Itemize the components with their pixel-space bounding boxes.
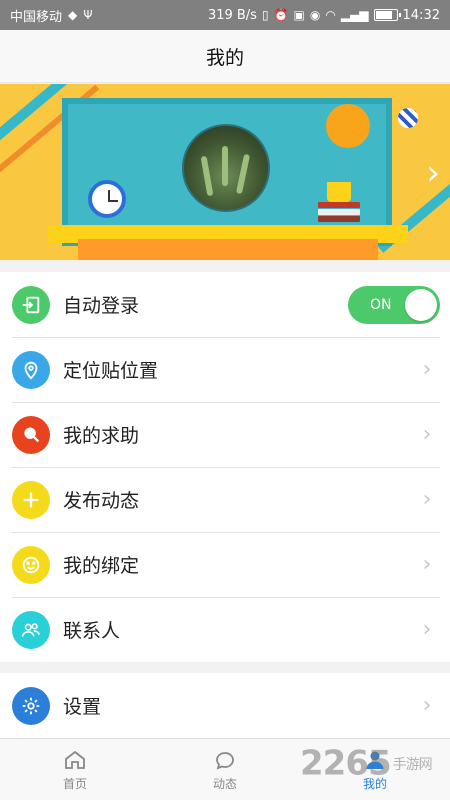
usb-icon: Ψ	[83, 8, 93, 22]
pencil-cup-illustration	[327, 182, 351, 202]
chevron-right-icon[interactable]: ›	[426, 156, 440, 190]
menu-item-label: 设置	[63, 696, 102, 718]
chevron-right-icon: ›	[422, 422, 432, 447]
chevron-right-icon: ›	[422, 693, 432, 718]
menu-item-contacts[interactable]: 联系人 ›	[0, 597, 450, 662]
menu-item-post-update[interactable]: 发布动态 ›	[0, 467, 450, 532]
carrier-label: 中国移动	[10, 9, 63, 25]
menu-item-label: 我的绑定	[63, 555, 140, 577]
watermark-brand: 2265	[300, 743, 392, 784]
watermark-logo: 2265 手游网	[300, 742, 433, 784]
banner-ball	[398, 108, 418, 128]
wifi-icon: ◠	[325, 8, 336, 22]
books-illustration	[318, 202, 360, 226]
toggle-text: ON	[370, 296, 392, 313]
menu-item-label: 自动登录	[63, 295, 140, 317]
search-help-icon	[12, 415, 50, 454]
network-speed: 319 B/s	[207, 7, 257, 23]
chevron-right-icon: ›	[422, 552, 432, 577]
menu-item-location[interactable]: 定位贴位置 ›	[0, 337, 450, 402]
tab-label: 动态	[212, 776, 237, 791]
menu-item-label: 我的求助	[63, 425, 140, 447]
menu-item-my-help[interactable]: 我的求助 ›	[0, 402, 450, 467]
menu-list: 自动登录 ON 定位贴位置 › 我的求助 › 发布动态 › 我的绑定 › 联系人…	[0, 272, 450, 662]
tab-home[interactable]: 首页	[0, 739, 150, 800]
menu-item-auto-login: 自动登录 ON	[0, 272, 450, 337]
page-header: 我的	[0, 30, 450, 83]
notification-icon: ◆	[68, 8, 78, 22]
chevron-right-icon: ›	[422, 617, 432, 642]
banner-desk-body	[78, 239, 378, 260]
gear-icon	[12, 686, 50, 725]
settings-list: 设置 ›	[0, 673, 450, 738]
eye-icon: ◉	[309, 8, 321, 22]
menu-item-my-binding[interactable]: 我的绑定 ›	[0, 532, 450, 597]
watermark-site: 手游网	[392, 756, 433, 773]
status-bar: 中国移动 ◆ Ψ 319 B/s ▯ ⏰ ▣ ◉ ◠ ▂▄▆ 14:32	[0, 0, 450, 30]
hd-icon: ▣	[293, 8, 305, 22]
clock-time: 14:32	[402, 7, 440, 23]
menu-item-label: 定位贴位置	[63, 360, 159, 382]
menu-item-label: 发布动态	[63, 490, 140, 512]
vibrate-icon: ▯	[261, 8, 269, 22]
signal-icon: ▂▄▆	[340, 8, 369, 22]
avatar[interactable]	[182, 124, 270, 212]
chevron-right-icon: ›	[422, 357, 432, 382]
menu-item-settings[interactable]: 设置 ›	[0, 673, 450, 738]
login-icon	[12, 285, 50, 324]
location-pin-icon	[12, 350, 50, 389]
profile-banner[interactable]: ›	[0, 84, 450, 260]
plus-icon	[12, 480, 50, 519]
chevron-right-icon: ›	[422, 487, 432, 512]
menu-item-label: 联系人	[63, 620, 121, 642]
chat-bubble-icon	[216, 751, 234, 769]
alarm-icon: ⏰	[273, 8, 289, 22]
tab-updates[interactable]: 动态	[150, 739, 300, 800]
alarm-clock-illustration	[88, 180, 126, 218]
banner-sun	[326, 104, 370, 148]
home-icon	[65, 750, 85, 769]
auto-login-toggle[interactable]: ON	[348, 285, 440, 324]
page-title: 我的	[205, 46, 244, 69]
contacts-icon	[12, 610, 50, 649]
smiley-icon	[12, 545, 50, 584]
tab-label: 首页	[62, 776, 87, 791]
toggle-knob	[405, 288, 437, 321]
battery-icon	[373, 9, 401, 21]
